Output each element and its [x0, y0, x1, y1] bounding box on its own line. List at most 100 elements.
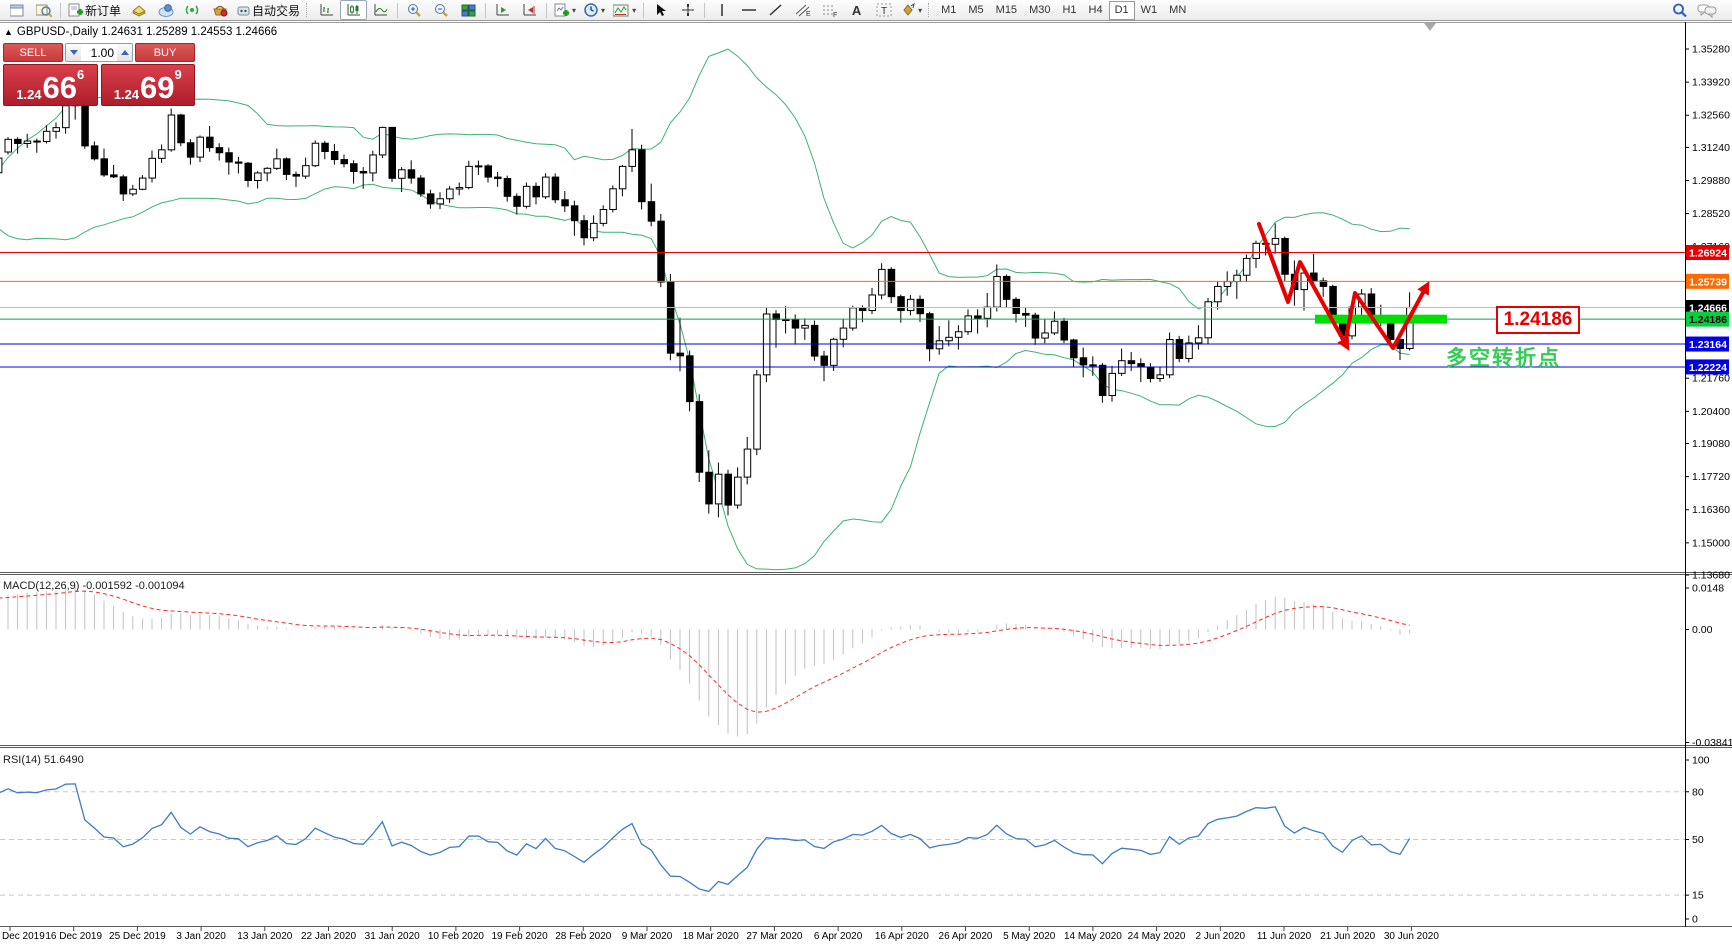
svg-text:5 May 2020: 5 May 2020 [1003, 931, 1056, 942]
svg-text:80: 80 [1692, 786, 1704, 798]
market-watch-icon[interactable] [30, 0, 57, 20]
one-click-trading-panel: SELL BUY 1.24666 1.24699 [3, 43, 195, 106]
chevron-down-icon: ▾ [572, 5, 577, 15]
template-profile-button[interactable]: ▾ [609, 0, 640, 20]
svg-text:0.0148: 0.0148 [1692, 583, 1724, 595]
svg-text:26 Apr 2020: 26 Apr 2020 [939, 931, 993, 942]
text-label-tool-icon[interactable]: T [870, 0, 897, 20]
buy-price-pip: 9 [174, 67, 182, 82]
tab-timeframe-m15[interactable]: M15 [990, 1, 1023, 20]
sell-price-display[interactable]: 1.24 66 6 [3, 64, 98, 106]
caret-up-icon [120, 50, 129, 55]
top-toolbar: 新订单 自动交易 ▾ ▾ ▾ E F A T ▾ M1 M5 M15 M30 H… [0, 0, 1732, 21]
chart-symbol-icon: ▲ [4, 26, 13, 37]
vertical-line-tool-icon[interactable] [708, 0, 735, 20]
sell-price-pip: 6 [77, 67, 85, 82]
fibonacci-tool-icon[interactable]: F [816, 0, 843, 20]
tab-timeframe-m5[interactable]: M5 [962, 1, 989, 20]
trendline-tool-icon[interactable] [762, 0, 789, 20]
buy-price-main: 69 [140, 70, 175, 105]
svg-text:6 Apr 2020: 6 Apr 2020 [814, 931, 863, 942]
chart-shift-icon[interactable] [516, 0, 543, 20]
svg-text:10 Feb 2020: 10 Feb 2020 [428, 931, 485, 942]
svg-text:0.00: 0.00 [1692, 624, 1713, 636]
auto-scroll-icon[interactable] [489, 0, 516, 20]
terminal-window-icon[interactable] [3, 0, 30, 20]
tab-timeframe-w1[interactable]: W1 [1135, 1, 1164, 20]
search-icon[interactable] [1666, 0, 1693, 20]
mt4-terminal: { "toolbar": { "new_order_label": "新订单",… [0, 0, 1732, 942]
tile-windows-icon[interactable] [455, 0, 482, 20]
tab-timeframe-h1[interactable]: H1 [1056, 1, 1082, 20]
pane-frames [0, 22, 1732, 927]
svg-text:F: F [833, 12, 837, 17]
rsi-pane [0, 783, 1685, 896]
community-icon[interactable] [152, 0, 179, 20]
new-order-button[interactable]: 新订单 [64, 0, 125, 20]
market-store-icon[interactable] [206, 0, 233, 20]
crosshair-icon[interactable] [674, 0, 701, 20]
volume-increase-button[interactable] [117, 44, 132, 61]
svg-text:15: 15 [1692, 890, 1704, 902]
horizontal-line-tool-icon[interactable] [735, 0, 762, 20]
svg-text:-0.038415: -0.038415 [1692, 737, 1732, 749]
chart-canvas[interactable]: 1.35280 1.33920 1.32560 1.31240 1.29880 1.285… [0, 0, 1732, 942]
rsi-indicator-label: RSI(14) 51.6490 [3, 754, 84, 766]
new-order-label: 新订单 [85, 3, 122, 18]
macd-pane [0, 586, 1411, 737]
tab-timeframe-mn[interactable]: MN [1163, 1, 1192, 20]
periods-clock-button[interactable]: ▾ [580, 0, 609, 20]
tab-timeframe-m30[interactable]: M30 [1023, 1, 1056, 20]
volume-decrease-button[interactable] [66, 44, 81, 61]
signals-icon[interactable] [179, 0, 206, 20]
caret-down-icon [69, 50, 78, 55]
svg-text:1.15000: 1.15000 [1692, 537, 1730, 549]
svg-text:30 Jun 2020: 30 Jun 2020 [1384, 931, 1439, 942]
macd-axis: 0.0148 0.00 -0.038415 [1685, 583, 1732, 749]
price-annotation-box[interactable]: 1.24186 [1496, 306, 1580, 334]
autotrading-label: 自动交易 [252, 3, 301, 18]
tab-timeframe-h4[interactable]: H4 [1083, 1, 1109, 20]
arrows-tool-button[interactable]: ▾ [897, 0, 926, 20]
svg-text:1.32560: 1.32560 [1692, 110, 1730, 122]
cursor-icon[interactable] [647, 0, 674, 20]
chevron-down-icon: ▾ [632, 5, 637, 15]
svg-text:11 Jun 2020: 11 Jun 2020 [1257, 931, 1312, 942]
chat-icon[interactable] [1693, 0, 1721, 20]
candlestick-chart-icon[interactable] [340, 0, 368, 20]
zoom-out-icon[interactable] [428, 0, 455, 20]
buy-price-display[interactable]: 1.24 69 9 [100, 64, 195, 106]
tab-timeframe-m1[interactable]: M1 [935, 1, 962, 20]
new-chart-button[interactable]: ▾ [550, 0, 580, 20]
svg-text:1.22224: 1.22224 [1689, 362, 1727, 374]
svg-text:1.28520: 1.28520 [1692, 208, 1730, 220]
svg-text:100: 100 [1692, 755, 1710, 767]
svg-text:9 Mar 2020: 9 Mar 2020 [622, 931, 673, 942]
buy-button[interactable]: BUY [135, 43, 195, 62]
chart-title: ▲ GBPUSD-,Daily 1.24631 1.25289 1.24553 … [4, 26, 277, 38]
svg-text:1.31240: 1.31240 [1692, 142, 1730, 154]
svg-text:19 Feb 2020: 19 Feb 2020 [492, 931, 549, 942]
svg-text:1.16360: 1.16360 [1692, 504, 1730, 516]
svg-text:1.19080: 1.19080 [1692, 438, 1730, 450]
svg-text:24 May 2020: 24 May 2020 [1128, 931, 1186, 942]
text-tool-icon[interactable]: A [843, 0, 870, 20]
svg-text:E: E [806, 11, 811, 17]
history-center-icon[interactable] [125, 0, 152, 20]
line-chart-icon[interactable] [367, 0, 394, 20]
bar-chart-icon[interactable] [313, 0, 340, 20]
equidistant-channel-tool-icon[interactable]: E [789, 0, 816, 20]
autotrading-button[interactable]: 自动交易 [233, 0, 304, 20]
toolbar-separator [704, 2, 706, 18]
tab-timeframe-d1[interactable]: D1 [1108, 0, 1135, 20]
svg-text:3 Jan 2020: 3 Jan 2020 [176, 931, 226, 942]
pivot-annotation-text[interactable]: 多空转折点 [1446, 342, 1561, 372]
date-axis: Dec 2019 16 Dec 2019 25 Dec 2019 3 Jan 2020… [2, 927, 1439, 942]
svg-text:1.25739: 1.25739 [1689, 276, 1727, 288]
volume-input[interactable] [81, 44, 117, 61]
zoom-in-icon[interactable] [401, 0, 428, 20]
window-divider-marker [1424, 23, 1436, 31]
price-axis: 1.35280 1.33920 1.32560 1.31240 1.29880 1.285… [1685, 44, 1730, 582]
toolbar-separator [643, 2, 645, 18]
sell-button[interactable]: SELL [3, 43, 63, 62]
